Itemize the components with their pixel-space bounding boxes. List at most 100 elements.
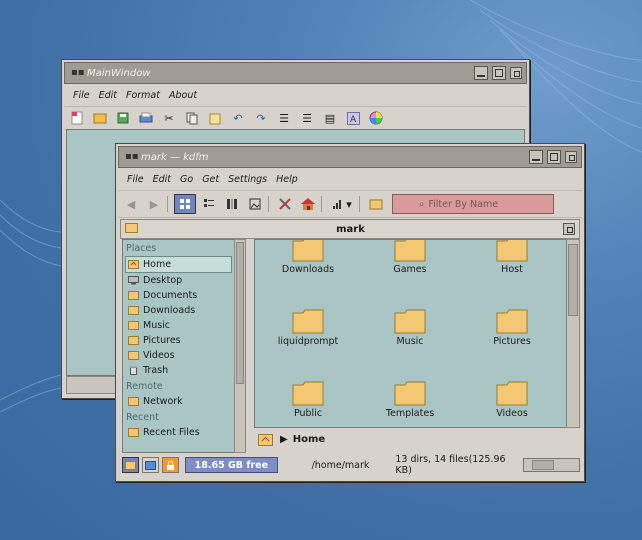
toggle-sidebar-icon[interactable] (122, 457, 140, 473)
main-window-titlebar[interactable]: ▪▪ MainWindow (64, 62, 527, 84)
save-icon[interactable] (113, 109, 133, 127)
sidebar-item-trash[interactable]: Trash (123, 363, 235, 378)
minimize-button[interactable] (474, 66, 488, 80)
folder-item-liquidprompt[interactable]: liquidprompt (263, 304, 353, 364)
print-icon[interactable] (136, 109, 156, 127)
menu-file[interactable]: File (127, 174, 144, 185)
places-sidebar: Places Home Desktop Documents Downloads … (122, 239, 236, 453)
folder-icon (292, 381, 324, 406)
menu-edit[interactable]: Edit (153, 174, 171, 185)
folder-icon (128, 321, 139, 330)
kdfm-titlebar[interactable]: ▪▪ mark — kdfm (118, 146, 582, 168)
sidebar-item-music[interactable]: Music (123, 318, 235, 333)
filter-icon: ⌕ (419, 198, 425, 210)
filter-input[interactable]: ⌕ Filter By Name (392, 194, 554, 214)
path-title: mark (336, 223, 365, 235)
menu-settings[interactable]: Settings (228, 174, 267, 185)
align-right-icon[interactable]: ☰ (297, 109, 317, 127)
folder-item-pictures[interactable]: Pictures (467, 304, 557, 364)
zoom-slider[interactable] (523, 458, 580, 472)
menu-format[interactable]: Format (126, 90, 160, 101)
folder-label: Music (396, 336, 424, 347)
menu-get[interactable]: Get (202, 174, 219, 185)
folder-label: Videos (496, 408, 528, 419)
preview-icon[interactable] (245, 195, 265, 213)
lock-icon[interactable] (162, 457, 180, 473)
terminal-icon[interactable] (142, 457, 160, 473)
sidebar-item-label: Pictures (143, 335, 181, 346)
minimize-button[interactable] (529, 150, 543, 164)
window-menu-icon[interactable]: ▪▪ (71, 68, 85, 78)
icon-view-icon[interactable] (174, 194, 196, 214)
close-button[interactable] (510, 67, 522, 79)
close-pane-button[interactable] (563, 223, 575, 235)
justify-icon[interactable]: ▤ (320, 109, 340, 127)
folder-item-downloads[interactable]: Downloads (263, 240, 353, 292)
folder-icon (394, 240, 426, 262)
new-folder-icon[interactable] (366, 195, 386, 213)
folder-icon (496, 309, 528, 334)
menu-about[interactable]: About (169, 90, 197, 101)
maximize-button[interactable] (547, 150, 561, 164)
column-view-icon[interactable] (222, 195, 242, 213)
folder-item-templates[interactable]: Templates (365, 376, 455, 427)
new-file-icon[interactable] (67, 109, 87, 127)
sidebar-item-documents[interactable]: Documents (123, 288, 235, 303)
folder-item-music[interactable]: Music (365, 304, 455, 364)
desktop-icon (128, 276, 139, 285)
back-icon[interactable]: ◀ (121, 195, 141, 213)
kdfm-window: ▪▪ mark — kdfm File Edit Go Get Settings… (115, 143, 585, 482)
menu-edit[interactable]: Edit (99, 90, 117, 101)
redo-icon[interactable]: ↷ (251, 109, 271, 127)
folder-item-games[interactable]: Games (365, 240, 455, 292)
paste-icon[interactable] (205, 109, 225, 127)
forward-icon[interactable]: ▶ (144, 195, 164, 213)
sidebar-item-videos[interactable]: Videos (123, 348, 235, 363)
folder-item-host[interactable]: Host (467, 240, 557, 292)
folder-label: Downloads (281, 264, 335, 275)
path-header: mark (120, 219, 580, 239)
sidebar-item-home[interactable]: Home (125, 256, 232, 273)
sidebar-item-label: Trash (143, 365, 169, 376)
sort-icon[interactable]: ▾ (328, 195, 356, 213)
home-folder-icon (258, 434, 273, 446)
places-header: Places (126, 243, 157, 254)
file-view-scrollbar[interactable] (566, 239, 580, 428)
sidebar-scrollbar[interactable] (234, 239, 246, 453)
sidebar-item-pictures[interactable]: Pictures (123, 333, 235, 348)
copy-icon[interactable] (182, 109, 202, 127)
scrollbar-thumb[interactable] (236, 242, 244, 384)
tools-icon[interactable] (275, 195, 295, 213)
font-icon[interactable]: A (343, 109, 363, 127)
sidebar-item-label: Home (143, 259, 172, 270)
menu-help[interactable]: Help (276, 174, 298, 185)
undo-icon[interactable]: ↶ (228, 109, 248, 127)
menu-file[interactable]: File (73, 90, 90, 101)
align-left-icon[interactable]: ☰ (274, 109, 294, 127)
scrollbar-thumb[interactable] (568, 244, 578, 316)
separator (167, 196, 168, 212)
menu-go[interactable]: Go (180, 174, 193, 185)
sidebar-item-label: Documents (143, 290, 198, 301)
close-button[interactable] (565, 151, 577, 163)
location-crumb-home[interactable]: Home (293, 434, 325, 445)
sidebar-item-label: Network (143, 396, 183, 407)
folder-item-public[interactable]: Public (263, 376, 353, 427)
list-view-icon[interactable] (199, 195, 219, 213)
recent-header: Recent (126, 412, 159, 423)
maximize-button[interactable] (492, 66, 506, 80)
sidebar-item-downloads[interactable]: Downloads (123, 303, 235, 318)
open-file-icon[interactable] (90, 109, 110, 127)
sidebar-item-network[interactable]: Network (123, 394, 235, 409)
color-icon[interactable] (366, 109, 386, 127)
folder-item-videos[interactable]: Videos (467, 376, 557, 427)
separator (268, 196, 269, 212)
home-icon[interactable] (298, 195, 318, 213)
sidebar-item-desktop[interactable]: Desktop (123, 273, 235, 288)
folder-icon (394, 309, 426, 334)
folder-icon (128, 428, 139, 437)
folder-icon (128, 336, 139, 345)
cut-icon[interactable]: ✂ (159, 109, 179, 127)
sidebar-item-recent-files[interactable]: Recent Files (123, 425, 235, 440)
window-menu-icon[interactable]: ▪▪ (125, 152, 139, 162)
